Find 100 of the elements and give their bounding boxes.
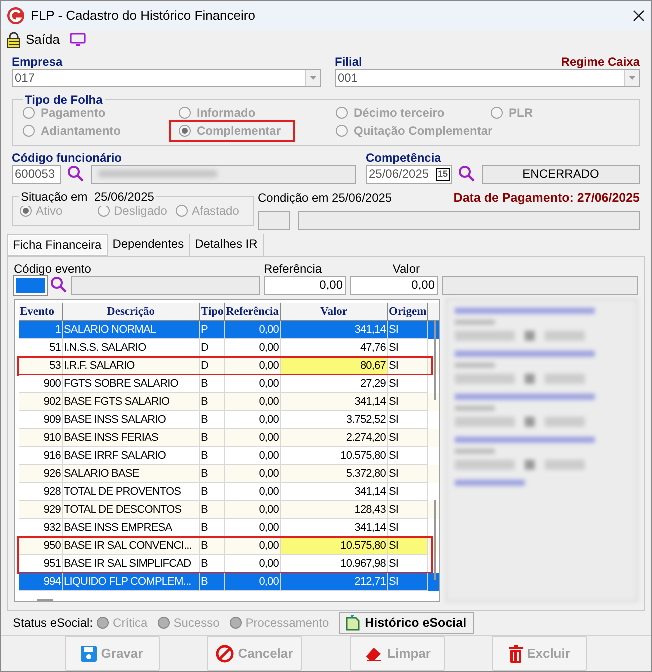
table-cell: BASE INSS EMPRESA bbox=[63, 518, 200, 536]
field-label: Referência bbox=[264, 262, 324, 276]
table-cell: SI bbox=[388, 572, 428, 590]
search-icon[interactable] bbox=[458, 165, 476, 183]
radio-label: Pagamento bbox=[41, 106, 106, 122]
radio-button[interactable] bbox=[336, 106, 348, 118]
status-led bbox=[230, 617, 242, 630]
table-cell: B bbox=[200, 572, 225, 590]
table-row[interactable]: 53 I.R.F. SALARIO D 0,00 80,67 SI bbox=[19, 356, 439, 374]
radio-label: Décimo terceiro bbox=[354, 104, 445, 122]
search-icon[interactable] bbox=[67, 165, 85, 183]
table-cell: 212,71 bbox=[281, 572, 388, 590]
table-cell: 0,00 bbox=[225, 572, 281, 590]
table-row[interactable]: 929 TOTAL DE DESCONTOS B 0,00 128,43 SI bbox=[19, 500, 439, 518]
condition-code-field bbox=[258, 210, 290, 230]
table-cell: D bbox=[200, 338, 225, 356]
table-row[interactable]: 51 I.N.S.S. SALARIO D 0,00 47,76 SI bbox=[19, 338, 439, 356]
prohibited-icon bbox=[216, 644, 234, 662]
table-cell: 47,76 bbox=[281, 338, 388, 356]
radio-button[interactable] bbox=[23, 124, 35, 136]
radio-label: Afastado bbox=[192, 202, 240, 220]
table-cell: 341,14 bbox=[281, 518, 388, 536]
tab[interactable]: Dependentes bbox=[108, 234, 190, 256]
table-cell: 51 bbox=[19, 338, 63, 356]
company-dropdown[interactable]: 017 bbox=[12, 68, 321, 86]
status-led bbox=[97, 617, 110, 630]
table-row[interactable]: 994 LIQUIDO FLP COMPLEM... B 0,00 212,71 SI bbox=[19, 572, 439, 590]
radio-button[interactable] bbox=[176, 204, 188, 216]
dropdown-arrow-icon bbox=[310, 76, 316, 80]
condition-label: Condição em 25/06/2025 bbox=[258, 190, 392, 204]
field-label: Valor bbox=[392, 262, 421, 276]
dropdown-arrow-icon bbox=[628, 76, 636, 80]
radio-label: PLR bbox=[509, 104, 533, 122]
regime-label: Regime Caixa bbox=[561, 54, 640, 68]
status-label: Status eSocial: bbox=[13, 615, 94, 632]
close-icon[interactable] bbox=[633, 10, 645, 22]
table-row[interactable]: 1 SALARIO NORMAL P 0,00 341,14 SI bbox=[19, 320, 439, 338]
table-row[interactable]: 932 BASE INSS EMPRESA B 0,00 341,14 SI bbox=[19, 518, 439, 536]
branch-dropdown[interactable]: 001 bbox=[335, 68, 640, 86]
table-cell: 932 bbox=[19, 518, 63, 536]
eraser-icon bbox=[364, 646, 384, 662]
table-row[interactable]: 928 TOTAL DE PROVENTOS B 0,00 341,14 SI bbox=[19, 482, 439, 500]
radio-button[interactable] bbox=[179, 124, 191, 136]
padlock-icon bbox=[7, 32, 21, 48]
field-label: Código evento bbox=[14, 262, 92, 276]
table-row[interactable]: 926 SALARIO BASE B 0,00 5.372,80 SI bbox=[19, 464, 439, 482]
document-icon bbox=[346, 615, 360, 632]
table-cell: 0,00 bbox=[225, 518, 281, 536]
radio-label: Informado bbox=[197, 104, 256, 122]
table-row[interactable]: 916 BASE IRRF SALARIO B 0,00 10.575,80 SI bbox=[19, 446, 439, 464]
status-option: Processamento bbox=[246, 614, 330, 632]
trash-icon bbox=[509, 644, 524, 662]
table-cell: 0,00 bbox=[225, 338, 281, 356]
status-field: ENCERRADO bbox=[482, 164, 640, 184]
table-row[interactable]: 950 BASE IR SAL CONVENCI... B 0,00 10.575,80 SI bbox=[19, 536, 439, 554]
scrollbar[interactable] bbox=[434, 500, 436, 580]
toolbar-button[interactable]: Saída bbox=[7, 30, 60, 50]
field-label: Código funcionário bbox=[12, 150, 123, 164]
table-cell: LIQUIDO FLP COMPLEM... bbox=[63, 572, 200, 590]
table-cell: 994 bbox=[19, 572, 63, 590]
radio-button[interactable] bbox=[179, 106, 191, 118]
table-cell: I.N.S.S. SALARIO bbox=[63, 338, 200, 356]
table-cell: SI bbox=[388, 518, 428, 536]
column-header[interactable]: Evento bbox=[19, 302, 63, 320]
scrollbar[interactable] bbox=[434, 320, 436, 400]
field-label: Filial bbox=[335, 54, 362, 68]
status-option: Sucesso bbox=[174, 614, 220, 632]
column-header[interactable]: Tipo bbox=[200, 302, 225, 320]
radio-label: Complementar bbox=[197, 122, 282, 140]
column-header[interactable]: Descrição bbox=[63, 302, 200, 320]
status-option: Crítica bbox=[113, 614, 148, 632]
reference-field[interactable]: 0,00 bbox=[264, 276, 346, 294]
table-row[interactable]: 909 BASE INSS SALARIO B 0,00 3.752,52 SI bbox=[19, 410, 439, 428]
esocial-history-button[interactable]: Histórico eSocial bbox=[339, 612, 474, 634]
status-led bbox=[158, 617, 170, 630]
field-label: Competência bbox=[366, 150, 442, 164]
radio-label: Desligado bbox=[114, 202, 168, 220]
date-field[interactable]: 25/06/2025 15 bbox=[366, 164, 452, 184]
event-code-field[interactable] bbox=[14, 276, 47, 294]
payment-date-label: Data de Pagamento: 27/06/2025 bbox=[454, 190, 640, 204]
radio-label: Ativo bbox=[36, 204, 63, 220]
column-header[interactable]: Valor bbox=[281, 302, 388, 320]
employee-code-field[interactable]: 600053 bbox=[12, 164, 61, 184]
monitor-icon[interactable] bbox=[70, 32, 86, 47]
table-cell: SI bbox=[388, 338, 428, 356]
field-label: Empresa bbox=[12, 54, 64, 68]
tab[interactable]: Ficha Financeira bbox=[7, 234, 108, 256]
calendar-button[interactable]: 15 bbox=[436, 168, 450, 180]
table-row[interactable]: 902 BASE FGTS SALARIO B 0,00 341,14 SI bbox=[19, 392, 439, 410]
radio-label: Quitação Complementar bbox=[354, 122, 493, 140]
radio-button[interactable] bbox=[491, 106, 503, 118]
radio-label: Adiantamento bbox=[41, 122, 122, 140]
search-icon[interactable] bbox=[50, 276, 68, 294]
table-cell: B bbox=[200, 518, 225, 536]
column-header[interactable]: Origem bbox=[388, 302, 428, 320]
table-row[interactable]: 910 BASE INSS FERIAS B 0,00 2.274,20 SI bbox=[19, 428, 439, 446]
column-header[interactable]: Referência bbox=[225, 302, 281, 320]
radio-button[interactable] bbox=[336, 124, 348, 136]
value-field[interactable]: 0,00 bbox=[350, 276, 438, 294]
app-logo-icon bbox=[7, 6, 25, 24]
